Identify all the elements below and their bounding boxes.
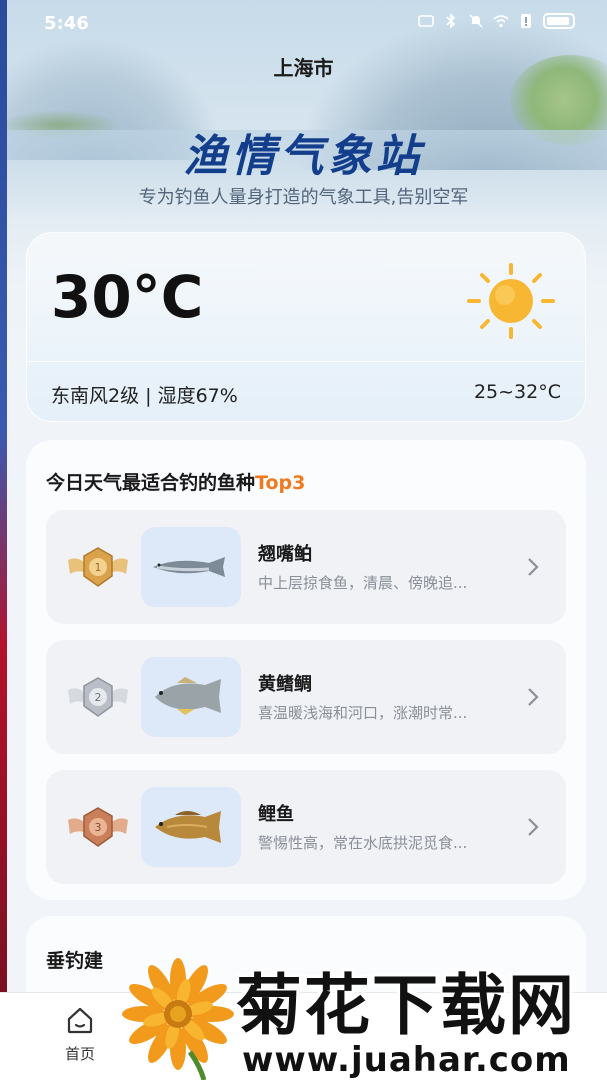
advice-title: 垂钓建: [46, 950, 104, 972]
svg-text:2: 2: [95, 691, 102, 704]
fish-name: 鲤鱼: [258, 804, 294, 825]
current-temperature: 30°C: [51, 263, 204, 331]
app-subtitle: 专为钓鱼人量身打造的气象工具,告别空军: [138, 187, 469, 208]
fish-thumbnail: [141, 527, 241, 607]
bluetooth-icon: [446, 13, 456, 29]
card-divider: [27, 361, 585, 362]
city-name[interactable]: 上海市: [0, 52, 607, 81]
status-bar: 5:46: [0, 0, 607, 48]
status-icons: [418, 13, 575, 29]
sun-icon: [467, 263, 555, 339]
chrysanthemum-logo: [122, 958, 234, 1080]
battery-icon: [543, 13, 575, 29]
weather-card[interactable]: 30°C 东南风2级 | 湿度67% 25~32°C: [26, 232, 586, 422]
cast-icon: [418, 15, 434, 27]
bronze-medal-icon: 3: [68, 807, 128, 847]
fish-item-3[interactable]: 3 鲤鱼 警惕性高，常在水底拱泥觅食...: [46, 770, 566, 884]
watermark: 菊花下载网 www.juahar.com: [118, 946, 607, 1080]
panel-title-text: 今日天气最适合钓的鱼种: [46, 472, 256, 494]
fish-name: 翘嘴鲌: [258, 544, 312, 565]
fish-description: 中上层掠食鱼，清晨、傍晚追...: [258, 574, 468, 592]
silver-medal-icon: 2: [68, 677, 128, 717]
chevron-right-icon: [528, 688, 539, 706]
topmouth-culter-image: [153, 557, 225, 577]
yellowfin-seabream-image: [155, 677, 221, 715]
svg-text:3: 3: [95, 821, 102, 834]
panel-title-accent: Top3: [255, 472, 306, 494]
fish-description: 警惕性高，常在水底拱泥觅食...: [258, 834, 468, 852]
mute-bell-icon: [469, 14, 483, 28]
chevron-right-icon: [528, 818, 539, 836]
fish-thumbnail: [141, 657, 241, 737]
alert-icon: [521, 14, 531, 28]
panel-title: 今日天气最适合钓的鱼种Top3: [46, 468, 305, 495]
fish-recommendation-panel: 今日天气最适合钓的鱼种Top3 1 翘嘴鲌 中上层掠食鱼，清晨、傍晚追... 2…: [26, 440, 586, 900]
wind-humidity: 东南风2级 | 湿度67%: [51, 385, 238, 407]
fish-item-1[interactable]: 1 翘嘴鲌 中上层掠食鱼，清晨、傍晚追...: [46, 510, 566, 624]
home-icon: [67, 1007, 93, 1034]
wifi-icon: [493, 15, 509, 28]
fish-description: 喜温暖浅海和河口，涨潮时常...: [258, 704, 468, 722]
watermark-title: 菊花下载网: [236, 967, 576, 1044]
temperature-range: 25~32°C: [473, 381, 561, 403]
carp-image: [155, 811, 221, 843]
nav-home-label: 首页: [64, 1045, 95, 1063]
fish-name: 黄鳍鲷: [258, 674, 312, 695]
app-title: 渔情气象站: [183, 131, 424, 182]
fish-thumbnail: [141, 787, 241, 867]
fish-item-2[interactable]: 2 黄鳍鲷 喜温暖浅海和河口，涨潮时常...: [46, 640, 566, 754]
chevron-right-icon: [528, 558, 539, 576]
gold-medal-icon: 1: [68, 547, 128, 587]
status-time: 5:46: [44, 13, 89, 34]
svg-text:1: 1: [95, 561, 102, 574]
nav-home[interactable]: 首页: [50, 1005, 110, 1069]
watermark-url: www.juahar.com: [242, 1040, 571, 1080]
